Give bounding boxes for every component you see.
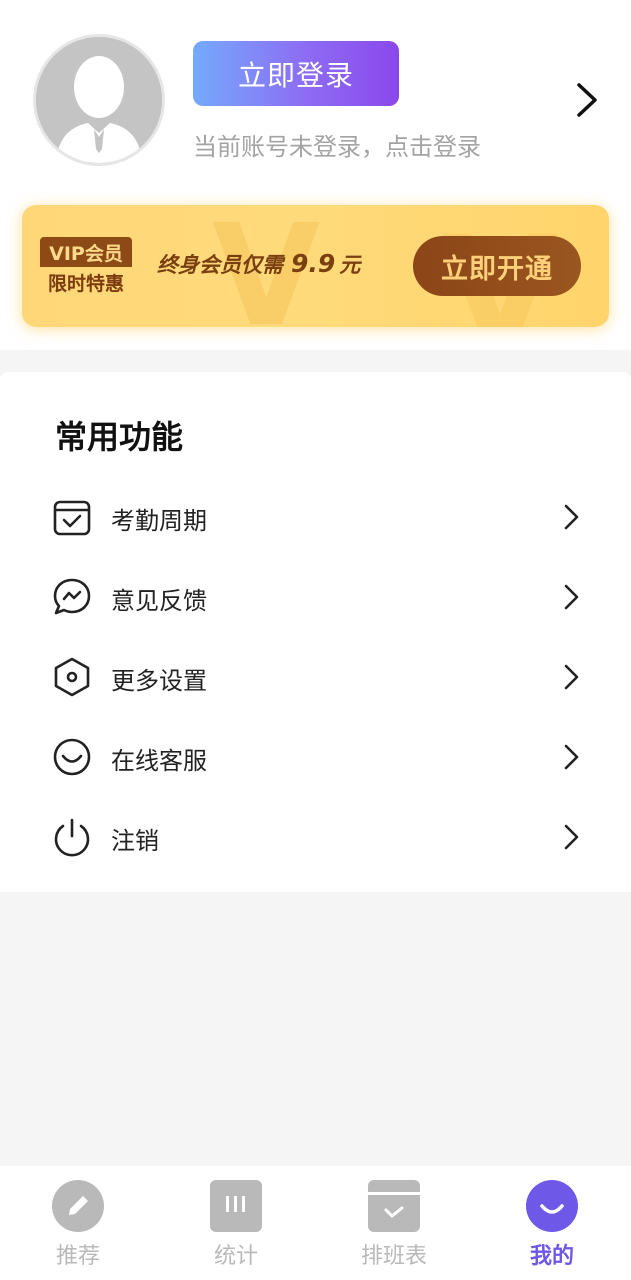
avatar[interactable] — [33, 34, 165, 166]
tab-label: 排班表 — [360, 1244, 427, 1269]
vip-activate-button[interactable]: 立即开通 — [413, 236, 581, 296]
chat-bubble-icon — [53, 578, 91, 615]
schedule-icon — [368, 1180, 420, 1232]
menu-item-label: 意见反馈 — [111, 587, 207, 615]
vip-tag: VIP会员 — [40, 237, 132, 267]
login-hint[interactable]: 当前账号未登录，点击登录 — [193, 127, 481, 162]
chevron-right-icon — [564, 744, 579, 770]
power-icon — [54, 818, 90, 857]
profile-header[interactable]: 立即登录 当前账号未登录，点击登录 V V VIP会员 限时特惠 终身会员仅需9… — [0, 0, 631, 350]
smile-face-icon — [526, 1180, 578, 1232]
menu-item-online-service[interactable]: 在线客服 — [0, 716, 631, 796]
vip-price: 9.9 — [291, 249, 336, 278]
vip-banner[interactable]: V V VIP会员 限时特惠 终身会员仅需9.9元 立即开通 — [22, 205, 609, 327]
vip-offer-label: 终身会员仅需 — [157, 253, 283, 277]
tab-mine[interactable]: 我的 — [492, 1166, 612, 1280]
login-button[interactable]: 立即登录 — [193, 41, 399, 106]
chevron-right-icon — [564, 504, 579, 530]
vip-price-unit: 元 — [339, 253, 361, 277]
chevron-right-icon — [564, 664, 579, 690]
tab-schedule[interactable]: 排班表 — [334, 1166, 454, 1280]
pencil-icon — [52, 1180, 104, 1232]
hexagon-settings-icon — [54, 657, 90, 697]
default-avatar-icon — [36, 37, 162, 163]
section-title: 常用功能 — [55, 418, 184, 456]
chevron-right-icon — [564, 584, 579, 610]
bars-icon — [210, 1180, 262, 1232]
menu-item-label: 考勤周期 — [111, 507, 207, 535]
vip-offer-text: 终身会员仅需 9.9 元 — [157, 249, 360, 279]
tab-label: 推荐 — [55, 1244, 100, 1269]
menu-item-more-settings[interactable]: 更多设置 — [0, 636, 631, 716]
menu-item-label: 注销 — [111, 827, 159, 855]
menu-item-feedback[interactable]: 意见反馈 — [0, 556, 631, 636]
menu-item-logout[interactable]: 注销 — [0, 796, 631, 876]
menu-item-label: 在线客服 — [111, 747, 207, 775]
chevron-right-icon — [564, 824, 579, 850]
vip-tag-subtitle: 限时特惠 — [47, 272, 124, 295]
tab-statistics[interactable]: 统计 — [176, 1166, 296, 1280]
smile-icon — [53, 738, 91, 776]
chevron-right-icon[interactable] — [571, 80, 601, 120]
tab-recommend[interactable]: 推荐 — [18, 1166, 138, 1280]
functions-card: 常用功能 考勤周期 意见反馈 更多设置 在线客服 注销 — [0, 372, 631, 892]
tab-label: 统计 — [213, 1244, 258, 1269]
menu-item-label: 更多设置 — [111, 667, 207, 695]
bottom-tab-bar: 推荐 统计 排班表 我的 — [0, 1166, 631, 1280]
tab-label: 我的 — [529, 1244, 574, 1269]
calendar-check-icon — [53, 500, 91, 536]
menu-item-attendance-cycle[interactable]: 考勤周期 — [0, 476, 631, 556]
